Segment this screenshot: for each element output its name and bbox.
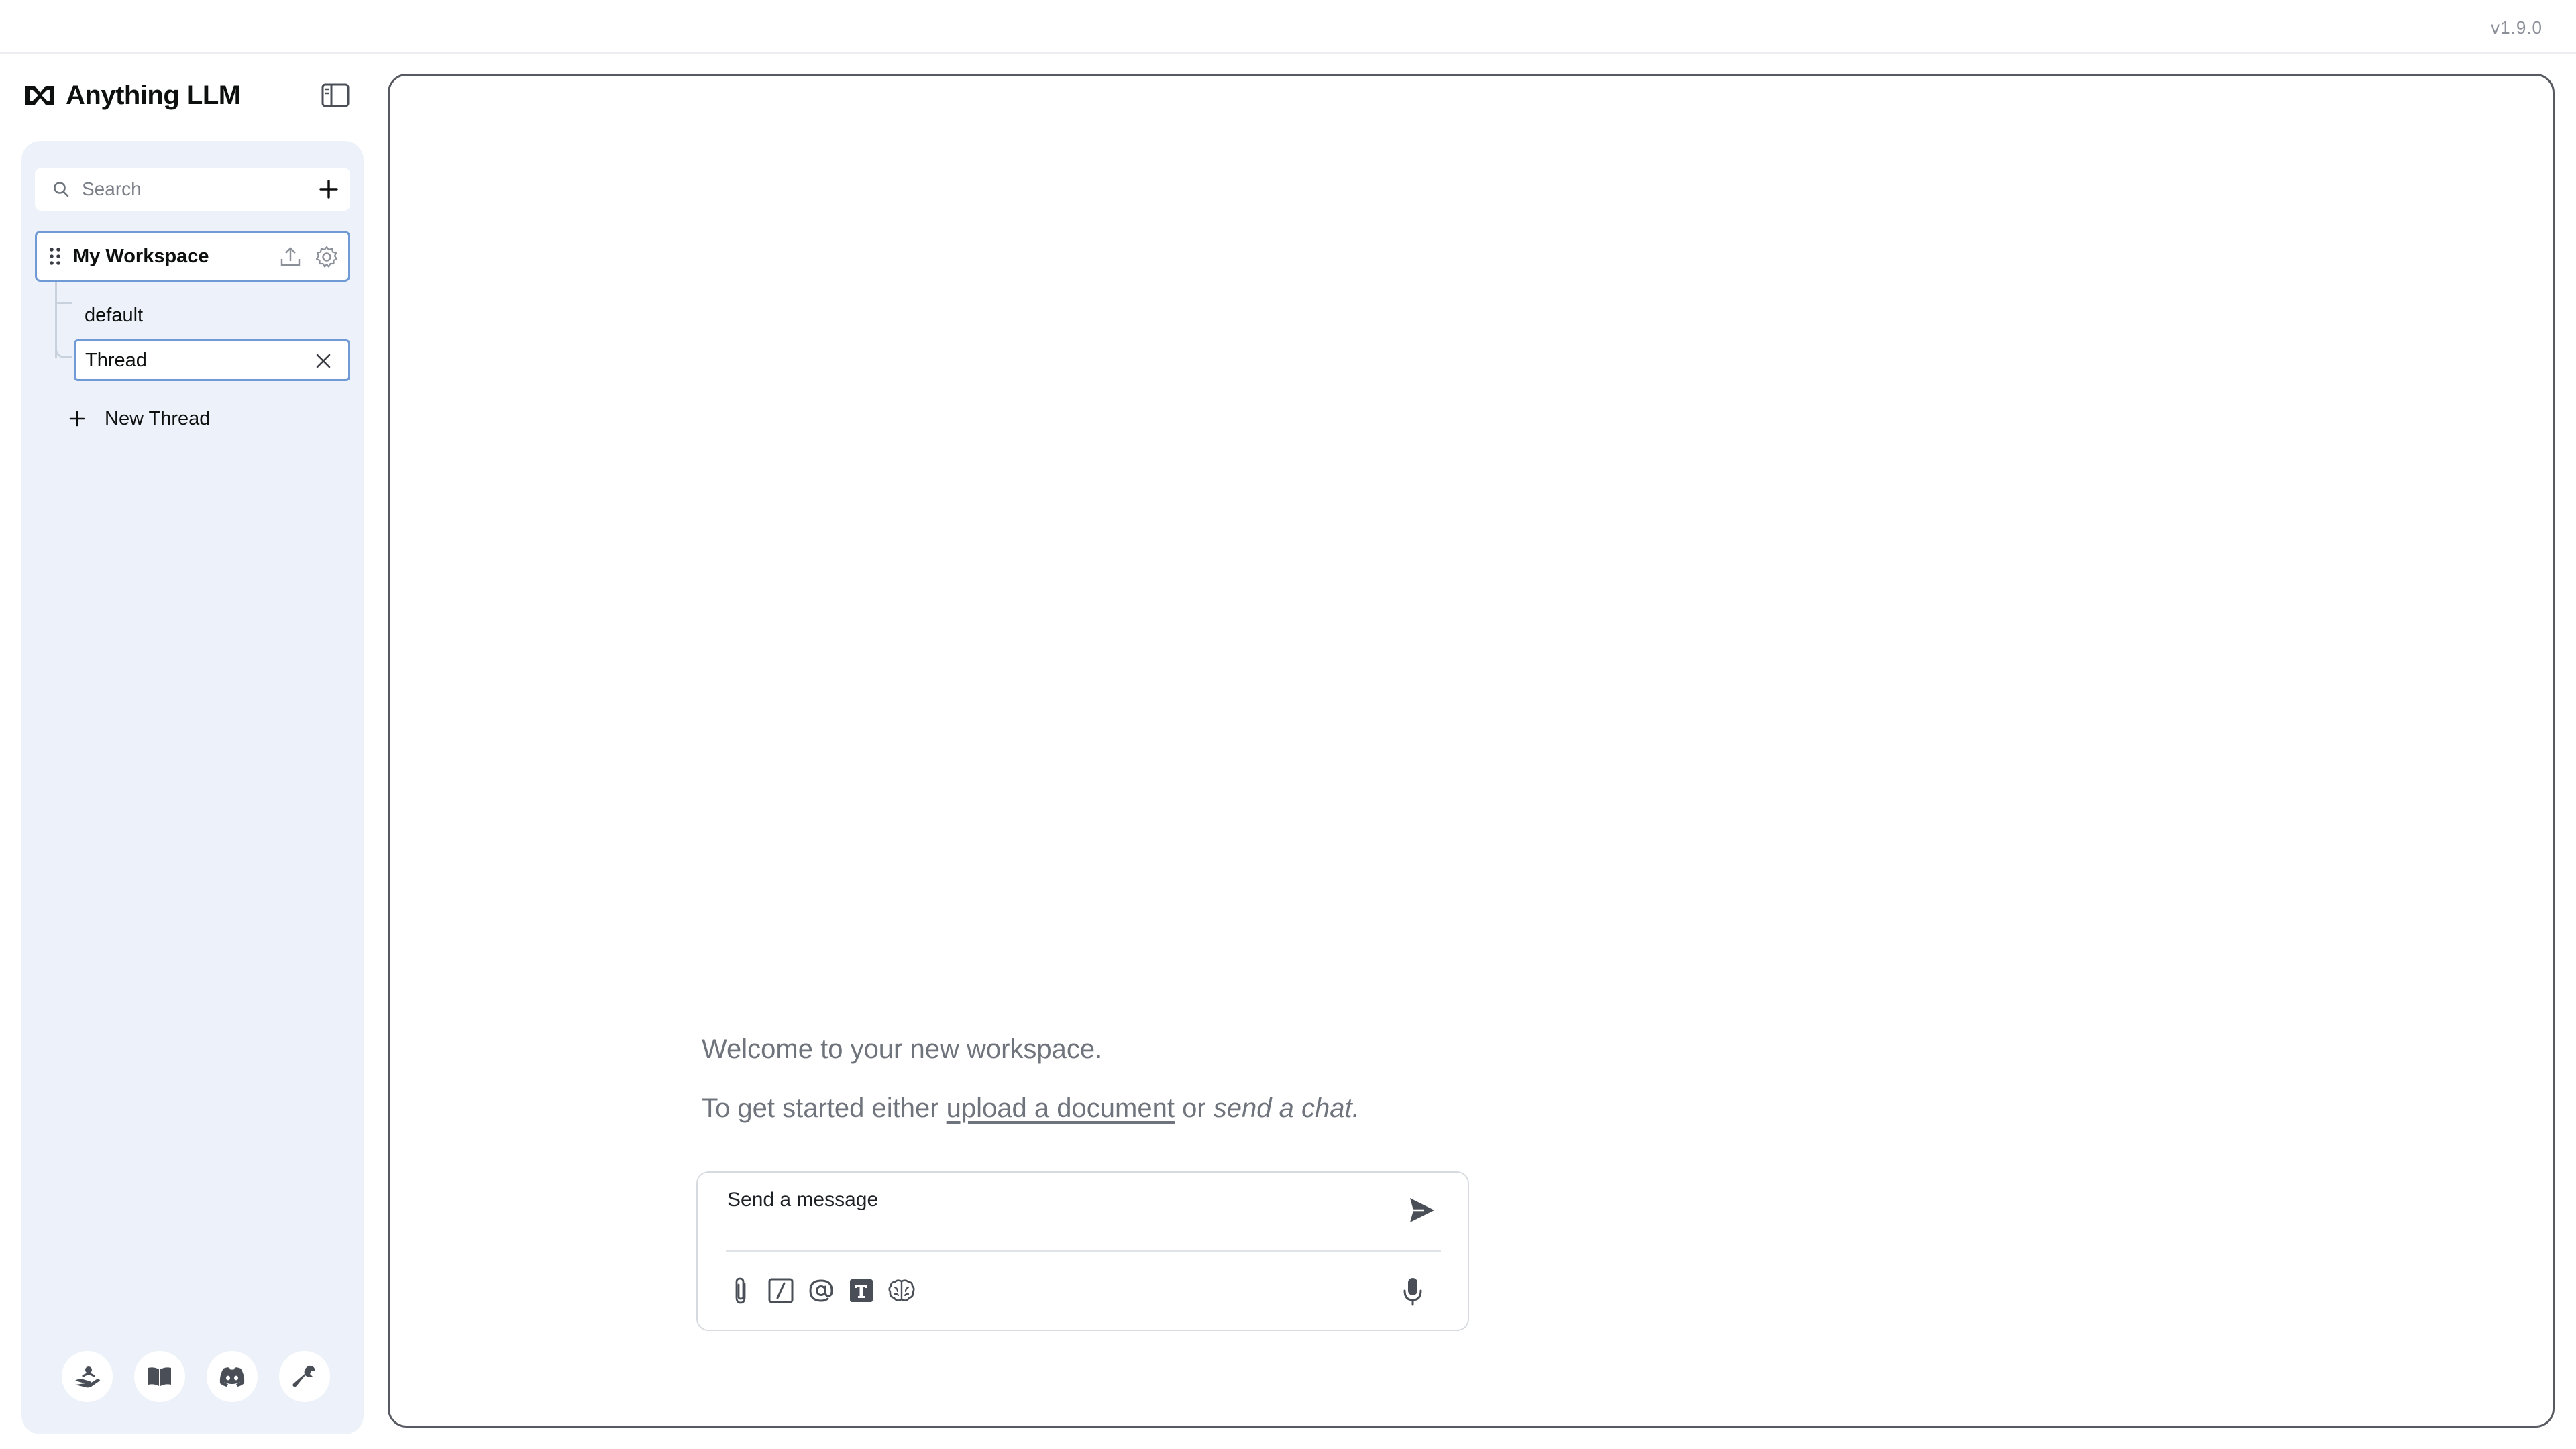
thread-rename-field[interactable] bbox=[74, 339, 350, 381]
plus-icon bbox=[69, 411, 85, 427]
discord-button[interactable] bbox=[207, 1351, 258, 1402]
composer-divider bbox=[726, 1250, 1441, 1252]
sidebar-panel-icon bbox=[321, 83, 350, 107]
message-input[interactable] bbox=[727, 1189, 1385, 1229]
plus-icon bbox=[319, 180, 338, 199]
thread-item-default[interactable]: default bbox=[85, 295, 143, 335]
drag-handle-icon[interactable] bbox=[46, 244, 64, 268]
thread-branch bbox=[55, 329, 72, 358]
send-icon bbox=[1410, 1198, 1434, 1222]
thread-name-input[interactable] bbox=[85, 349, 300, 372]
composer-toolbar bbox=[726, 1272, 916, 1309]
message-composer bbox=[696, 1171, 1469, 1331]
upload-icon[interactable] bbox=[277, 244, 304, 270]
agent-brain-icon bbox=[888, 1279, 915, 1301]
microphone-icon bbox=[1403, 1278, 1422, 1306]
agent-button[interactable] bbox=[887, 1275, 916, 1307]
upload-document-link[interactable]: upload a document bbox=[947, 1093, 1175, 1123]
sidebar: My Workspace default bbox=[21, 141, 364, 1434]
send-button[interactable] bbox=[1405, 1193, 1440, 1228]
new-thread-button[interactable]: New Thread bbox=[68, 398, 210, 439]
settings-button[interactable] bbox=[279, 1351, 330, 1402]
top-bar: v1.9.0 bbox=[0, 0, 2576, 54]
workspace-item-my-workspace[interactable]: My Workspace bbox=[35, 231, 350, 282]
search-input[interactable] bbox=[82, 178, 310, 200]
sidebar-toggle-button[interactable] bbox=[319, 80, 352, 110]
anything-llm-logo-icon bbox=[23, 83, 56, 107]
brand: Anything LLM bbox=[23, 76, 241, 114]
slash-command-button[interactable] bbox=[766, 1275, 796, 1307]
search-icon bbox=[54, 182, 69, 197]
add-workspace-button[interactable] bbox=[307, 168, 350, 211]
send-chat-link[interactable]: send a chat. bbox=[1214, 1093, 1360, 1123]
at-mention-button[interactable] bbox=[806, 1275, 836, 1307]
sidebar-footer bbox=[62, 1351, 330, 1405]
docs-button[interactable] bbox=[134, 1351, 185, 1402]
get-started-prefix: To get started either bbox=[702, 1093, 939, 1123]
microphone-button[interactable] bbox=[1398, 1273, 1428, 1309]
app-version: v1.9.0 bbox=[2491, 17, 2542, 38]
workspace-actions bbox=[277, 244, 340, 270]
attach-icon bbox=[735, 1277, 746, 1304]
at-mention-icon bbox=[809, 1279, 833, 1302]
workspace-name: My Workspace bbox=[73, 245, 209, 267]
attach-button[interactable] bbox=[726, 1275, 755, 1307]
slash-command-icon bbox=[768, 1278, 794, 1303]
text-size-icon bbox=[850, 1279, 873, 1302]
or-text: or bbox=[1182, 1093, 1206, 1123]
settings-wrench-icon bbox=[292, 1365, 315, 1387]
welcome-message: Welcome to your new workspace. bbox=[702, 1034, 1103, 1064]
new-thread-label: New Thread bbox=[105, 407, 211, 429]
discord-icon bbox=[219, 1367, 245, 1387]
close-icon[interactable] bbox=[312, 350, 335, 372]
get-started-message: To get started either upload a document … bbox=[702, 1093, 1360, 1124]
brand-name: Anything LLM bbox=[66, 80, 241, 110]
gear-icon[interactable] bbox=[313, 244, 340, 270]
text-size-button[interactable] bbox=[847, 1275, 876, 1307]
search-box[interactable] bbox=[35, 168, 322, 211]
community-hub-button[interactable] bbox=[62, 1351, 113, 1402]
community-hub-icon bbox=[75, 1366, 100, 1388]
docs-book-icon bbox=[148, 1367, 171, 1386]
thread-branch bbox=[55, 302, 72, 304]
